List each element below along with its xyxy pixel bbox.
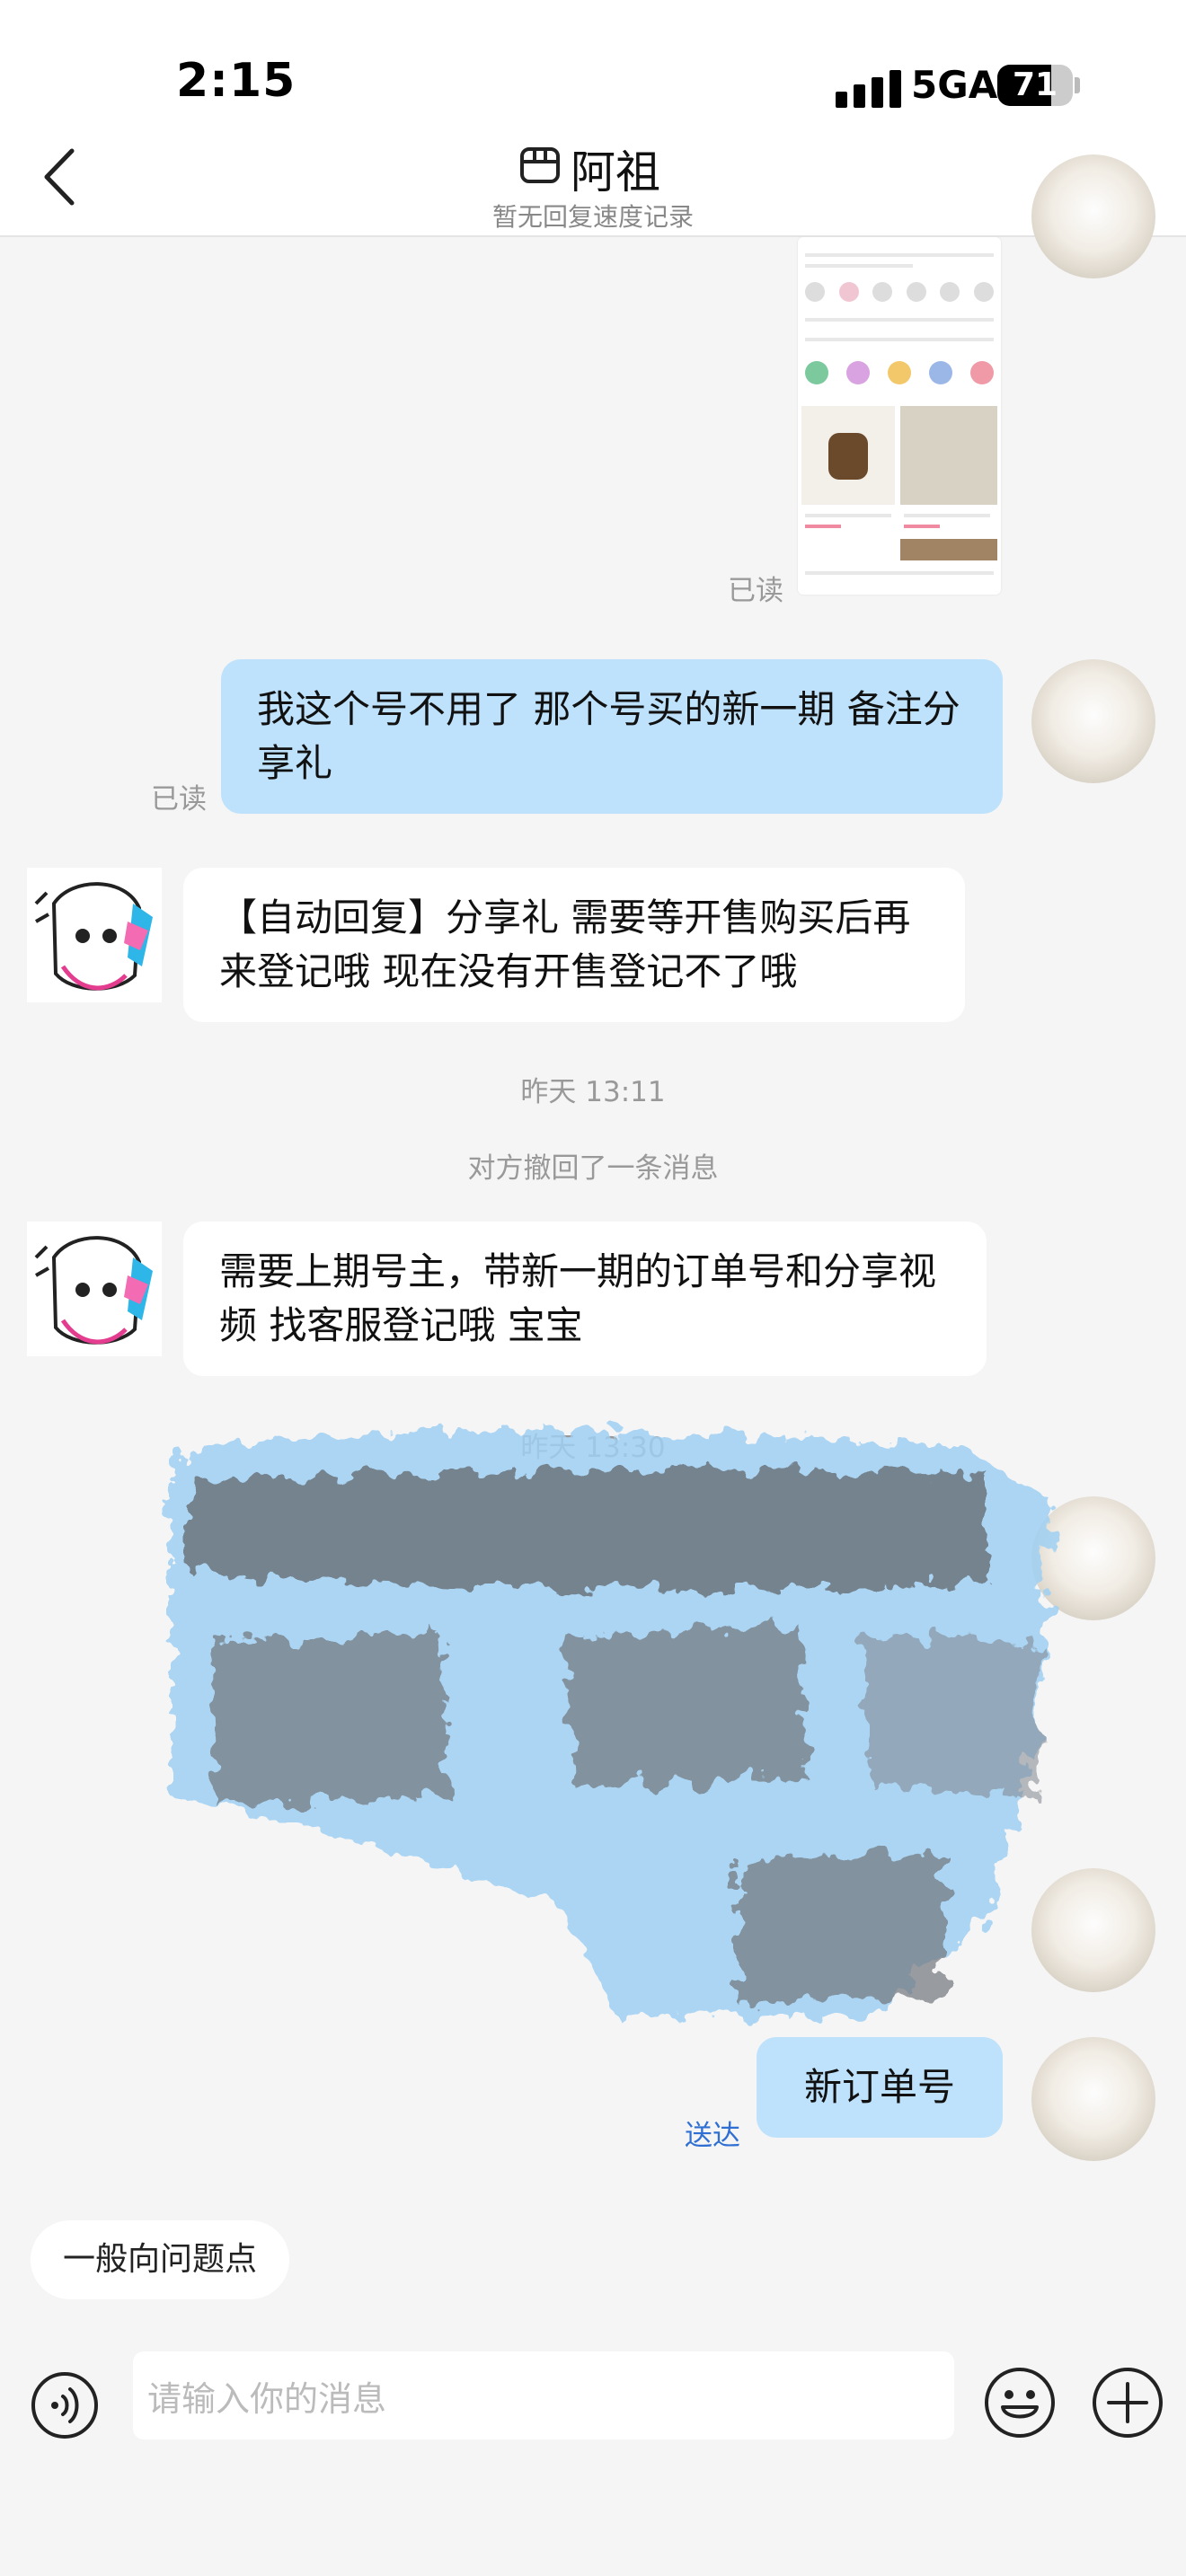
shop-icon — [520, 147, 560, 183]
voice-icon[interactable] — [31, 2371, 99, 2439]
read-status: 已读 — [151, 783, 207, 816]
timestamp: 昨天 13:11 — [520, 1076, 666, 1108]
message-input-placeholder: 请输入你的消息 — [147, 2379, 387, 2419]
quick-question-chip[interactable]: 一般向问题点 — [31, 2220, 290, 2299]
delivered-status: 送达 — [685, 2120, 740, 2152]
plus-icon[interactable] — [1091, 2366, 1164, 2439]
their-message-bubble[interactable]: 【自动回复】分享礼 需要等开售购买后再来登记哦 现在没有开售登记不了哦 — [183, 868, 965, 1022]
status-time: 2:15 — [176, 54, 296, 108]
sent-screenshot-image[interactable] — [798, 237, 1001, 595]
my-message-bubble[interactable]: 新订单号 — [757, 2037, 1003, 2138]
reply-speed-subtitle: 暂无回复速度记录 — [491, 202, 694, 232]
battery-cap — [1075, 77, 1080, 93]
page-title: 阿祖 — [571, 146, 660, 198]
shop-avatar[interactable] — [27, 868, 162, 1002]
network-type: 5GA — [911, 63, 998, 107]
recall-notice: 对方撤回了一条消息 — [467, 1152, 719, 1185]
shop-avatar[interactable] — [27, 1222, 162, 1356]
read-status: 已读 — [728, 575, 783, 607]
my-avatar[interactable] — [1031, 659, 1155, 783]
battery-percent: 71 — [1012, 66, 1058, 103]
battery-icon: 71 — [997, 65, 1073, 106]
emoji-icon[interactable] — [983, 2366, 1057, 2439]
their-message-bubble[interactable]: 需要上期号主，带新一期的订单号和分享视频 找客服登记哦 宝宝 — [183, 1222, 987, 1376]
my-message-bubble[interactable]: 我这个号不用了 那个号买的新一期 备注分享礼 — [221, 659, 1003, 814]
redacted-scribble — [171, 1430, 1051, 2021]
my-avatar[interactable] — [1031, 154, 1155, 278]
my-avatar[interactable] — [1031, 2037, 1155, 2161]
